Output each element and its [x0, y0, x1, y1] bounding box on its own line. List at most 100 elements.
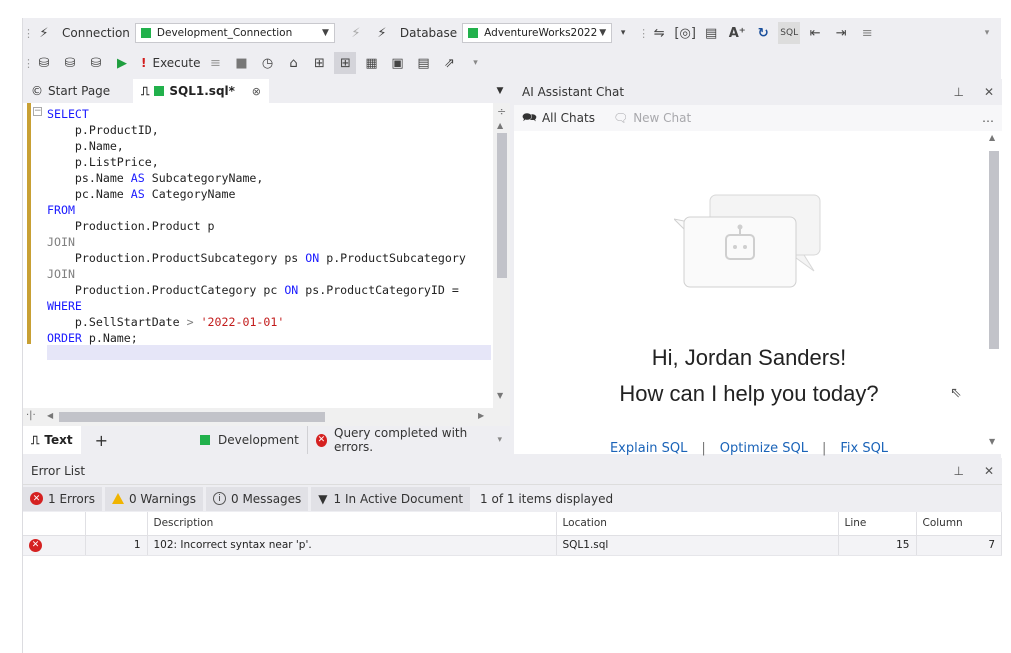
chevron-down-icon[interactable]: ▾	[464, 52, 486, 74]
filter-active-document-button[interactable]: ▼ 1 In Active Document	[311, 486, 471, 511]
code-line[interactable]: FROM	[47, 202, 491, 218]
close-icon[interactable]: ✕	[984, 85, 994, 99]
code-line[interactable]: WHERE	[47, 298, 491, 314]
database-add-icon[interactable]: ⛁	[59, 52, 81, 74]
outline-icon[interactable]: ▤	[700, 22, 722, 44]
tab-sql1[interactable]: ⎍ SQL1.sql* ⊗	[133, 79, 269, 103]
scroll-down-icon[interactable]: ▼	[497, 391, 503, 400]
code-line[interactable]: Production.ProductSubcategory ps ON p.Pr…	[47, 250, 491, 266]
more-options-icon[interactable]: …	[982, 111, 994, 125]
database-select[interactable]: AdventureWorks2022 ▼	[462, 23, 613, 43]
code-line[interactable]: p.Name,	[47, 138, 491, 154]
chevron-down-icon[interactable]: ▾	[497, 435, 502, 445]
column-header-column[interactable]: Column	[916, 512, 1002, 536]
scroll-up-icon[interactable]: ▲	[497, 121, 503, 130]
new-connection-icon[interactable]: ⚡	[371, 22, 393, 44]
database-refresh-icon[interactable]: ⛁	[85, 52, 107, 74]
scroll-down-icon[interactable]: ▼	[989, 437, 995, 446]
close-tab-icon[interactable]: ⊗	[252, 85, 261, 98]
close-icon[interactable]: ✕	[984, 464, 994, 478]
code-line[interactable]: ps.Name AS SubcategoryName,	[47, 170, 491, 186]
export-icon[interactable]: ⇗	[438, 52, 460, 74]
suggestion-optimize-sql[interactable]: Optimize SQL	[720, 441, 808, 456]
scroll-thumb[interactable]	[59, 412, 325, 422]
pin-icon[interactable]: ⊥	[953, 85, 963, 99]
profile-icon[interactable]: ▤	[412, 52, 434, 74]
table-row[interactable]: ✕ 1 102: Incorrect syntax near 'p'. SQL1…	[23, 535, 1002, 556]
bracket-icon[interactable]: [◎]	[674, 22, 696, 44]
results-text-icon[interactable]: ⊞	[334, 52, 357, 74]
chevron-down-icon[interactable]: ▾	[976, 22, 998, 44]
column-header-line[interactable]: Line	[838, 512, 917, 536]
database-icon[interactable]: ⛁	[33, 52, 55, 74]
filter-errors-button[interactable]: ✕ 1 Errors	[23, 486, 102, 511]
toolbar-grip[interactable]: ⋮	[23, 27, 34, 40]
tab-start-page[interactable]: © Start Page	[23, 79, 133, 103]
code-line[interactable]: Production.ProductCategory pc ON ps.Prod…	[47, 282, 491, 298]
toolbar-grip[interactable]: ⋮	[23, 57, 34, 70]
column-header-icon[interactable]	[23, 512, 86, 536]
add-tab-button[interactable]: +	[95, 431, 108, 450]
suggestion-explain-sql[interactable]: Explain SQL	[610, 441, 687, 456]
query-builder-icon[interactable]: ⌂	[282, 52, 304, 74]
ai-scrollbar[interactable]: ▲ ▼	[985, 131, 1002, 454]
all-chats-button[interactable]: 🗪 All Chats	[522, 108, 595, 129]
execution-plan-icon[interactable]: ▣	[386, 52, 408, 74]
query-status[interactable]: ✕ Query completed with errors. ▾	[306, 426, 510, 454]
step-icon[interactable]: ≡	[204, 52, 226, 74]
code-line[interactable]: p.ProductID,	[47, 122, 491, 138]
sql-icon[interactable]: SQL	[778, 22, 801, 44]
code-line[interactable]: ORDER p.Name;	[47, 330, 491, 346]
ai-greeting: Hi, Jordan Sanders!	[651, 345, 847, 370]
scroll-left-icon[interactable]: ◀	[47, 411, 53, 420]
tab-list-chevron-icon[interactable]: ▼	[490, 79, 510, 103]
code-line[interactable]: Production.Product p	[47, 218, 491, 234]
history-icon[interactable]: ◷	[256, 52, 278, 74]
suggestion-fix-sql[interactable]: Fix SQL	[840, 441, 888, 456]
table-header-row: Description Location Line Column	[23, 512, 1002, 536]
stop-icon[interactable]: ■	[230, 52, 252, 74]
sql-editor[interactable]: − SELECT p.ProductID, p.Name, p.ListPric…	[23, 103, 510, 408]
results-grid-icon[interactable]: ▦	[360, 52, 382, 74]
code-line[interactable]: SELECT	[47, 106, 491, 122]
connection-value: Development_Connection	[156, 27, 293, 39]
outdent-icon[interactable]: ⇥	[830, 22, 852, 44]
column-header-index[interactable]	[85, 512, 148, 536]
text-size-icon[interactable]: A⁺	[726, 22, 748, 44]
indent-icon[interactable]: ⇤	[804, 22, 826, 44]
split-horizontal-icon[interactable]: ·|·	[26, 410, 36, 421]
column-header-location[interactable]: Location	[556, 512, 839, 536]
run-icon[interactable]: ▶	[111, 52, 133, 74]
editor-horizontal-scrollbar[interactable]: ·|· ◀ ▶	[23, 408, 510, 426]
tab-text[interactable]: ⎍ Text	[23, 426, 81, 454]
code-line[interactable]: JOIN	[47, 234, 491, 250]
scroll-up-icon[interactable]: ▲	[989, 133, 995, 142]
scroll-thumb[interactable]	[497, 133, 507, 278]
disconnect-icon[interactable]: ⚡	[345, 22, 367, 44]
filter-warnings-button[interactable]: 0 Warnings	[104, 486, 203, 511]
code-area[interactable]: SELECT p.ProductID, p.Name, p.ListPrice,…	[47, 106, 491, 406]
code-line[interactable]: p.ListPrice,	[47, 154, 491, 170]
format-icon[interactable]: ⇋	[648, 22, 670, 44]
table-icon[interactable]: ⊞	[308, 52, 330, 74]
filter-messages-button[interactable]: i 0 Messages	[206, 486, 309, 511]
scroll-thumb[interactable]	[989, 151, 999, 349]
connection-select[interactable]: Development_Connection ▼	[134, 23, 335, 43]
execute-button[interactable]: ! Execute	[137, 52, 204, 74]
filter-active-document-label: 1 In Active Document	[333, 491, 464, 506]
scroll-right-icon[interactable]: ▶	[478, 411, 484, 420]
code-line[interactable]: p.SellStartDate > '2022-01-01'	[47, 314, 491, 330]
fold-toggle-icon[interactable]: −	[33, 107, 42, 116]
connect-icon[interactable]: ⚡	[33, 22, 55, 44]
new-chat-button[interactable]: 🗨 New Chat	[613, 111, 691, 125]
refresh-icon[interactable]: ↻	[752, 22, 774, 44]
pin-icon[interactable]: ⊥	[953, 464, 963, 478]
code-line[interactable]: JOIN	[47, 266, 491, 282]
editor-vertical-scrollbar[interactable]: ÷ ▲ ▼	[493, 103, 510, 408]
split-icon[interactable]: ÷	[497, 105, 506, 118]
comment-icon[interactable]: ≡	[856, 22, 878, 44]
column-header-description[interactable]: Description	[147, 512, 557, 536]
toolbar-grip[interactable]: ⋮	[638, 27, 649, 40]
chevron-down-icon[interactable]: ▾	[612, 22, 634, 44]
code-line[interactable]: pc.Name AS CategoryName	[47, 186, 491, 202]
